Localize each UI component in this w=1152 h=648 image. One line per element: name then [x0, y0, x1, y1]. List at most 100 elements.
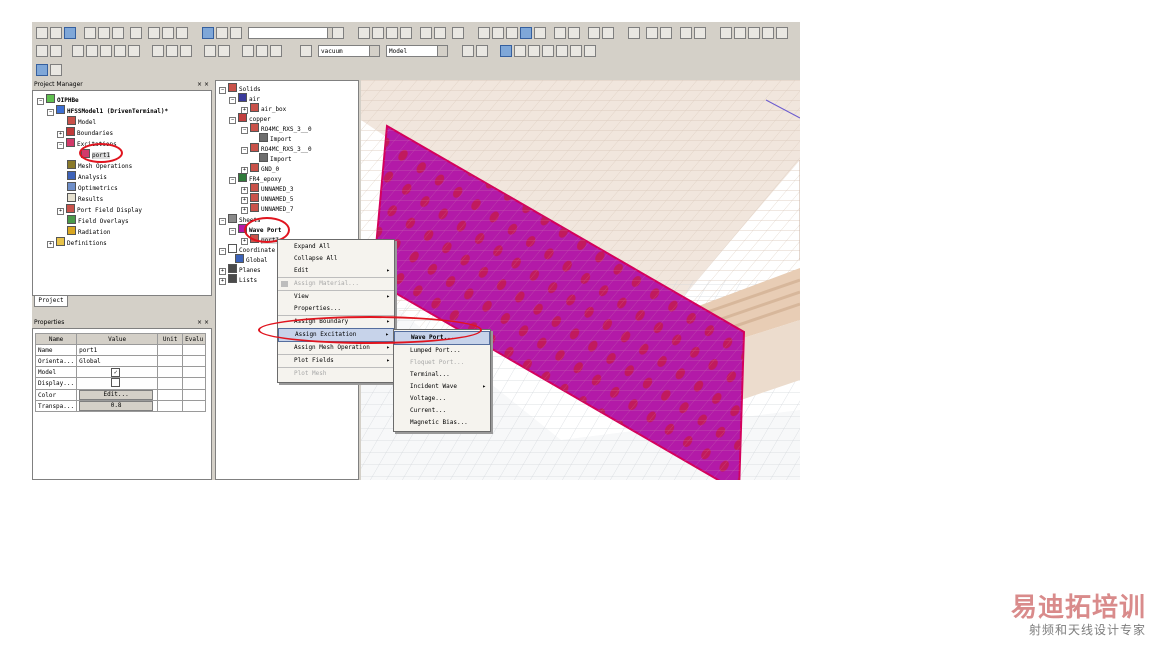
menu-view[interactable]: View ▸	[278, 290, 394, 303]
tree-item-label: Solids	[239, 86, 261, 93]
validate-icon[interactable]	[588, 27, 600, 39]
spline-icon[interactable]	[762, 27, 774, 39]
boolean-subtract-icon[interactable]	[72, 45, 84, 57]
open-file-icon[interactable]	[50, 27, 62, 39]
cut-icon[interactable]	[84, 27, 96, 39]
relative-cs-icon[interactable]	[242, 45, 254, 57]
menu-properties[interactable]: Properties...	[278, 303, 394, 315]
unlock-icon[interactable]	[476, 45, 488, 57]
select-edge-icon[interactable]	[528, 45, 540, 57]
redo-icon[interactable]	[176, 27, 188, 39]
new-file-icon[interactable]	[36, 27, 48, 39]
polyline-icon[interactable]	[776, 27, 788, 39]
draw-rect-icon[interactable]	[420, 27, 432, 39]
pan-view-icon[interactable]	[492, 27, 504, 39]
panel-close-icon[interactable]: × ×	[197, 318, 209, 328]
draw-sphere-icon[interactable]	[400, 27, 412, 39]
menu-expand-all[interactable]: Expand All	[278, 241, 394, 253]
analyze-icon[interactable]	[602, 27, 614, 39]
draw-cylinder-icon[interactable]	[386, 27, 398, 39]
arc-icon[interactable]	[748, 27, 760, 39]
view-bottom-icon[interactable]	[694, 27, 706, 39]
menu-lumped-port[interactable]: Lumped Port...	[394, 345, 490, 357]
ruler-icon[interactable]	[734, 27, 746, 39]
undo-icon[interactable]	[162, 27, 174, 39]
snap-select[interactable]	[248, 27, 338, 39]
simulate-icon[interactable]	[36, 64, 48, 76]
grid-icon[interactable]	[332, 27, 344, 39]
boolean-intersect-icon[interactable]	[86, 45, 98, 57]
view-side-icon[interactable]	[680, 27, 692, 39]
tree-item-definitions[interactable]: + Definitions	[47, 237, 107, 249]
view-front-icon[interactable]	[660, 27, 672, 39]
draw-circle-icon[interactable]	[434, 27, 446, 39]
select-face-icon[interactable]	[514, 45, 526, 57]
zoom-in-icon[interactable]	[554, 27, 566, 39]
menu-plot-mesh[interactable]: Plot Mesh	[278, 367, 394, 380]
draw-line-icon[interactable]	[358, 27, 370, 39]
panel-close-icon[interactable]: × ×	[197, 80, 209, 90]
menu-terminal[interactable]: Terminal...	[394, 369, 490, 381]
material-lib-icon[interactable]	[50, 45, 62, 57]
sweep-icon[interactable]	[114, 45, 126, 57]
menu-assign-material[interactable]: Assign Material...	[278, 277, 394, 290]
select-vertex-icon[interactable]	[542, 45, 554, 57]
prop-value[interactable]: Global	[76, 355, 159, 367]
model-select[interactable]: Model	[386, 45, 448, 57]
view-top-icon[interactable]	[646, 27, 658, 39]
fit-all-icon[interactable]	[520, 27, 532, 39]
move-icon[interactable]	[216, 27, 228, 39]
color-edit-button[interactable]: Edit...	[79, 390, 154, 400]
show-all-icon[interactable]	[584, 45, 596, 57]
select-object-icon[interactable]	[500, 45, 512, 57]
global-cs-icon[interactable]	[270, 45, 282, 57]
rotate-icon[interactable]	[230, 27, 242, 39]
menu-incident-wave[interactable]: Incident Wave ▸	[394, 381, 490, 393]
model-checkbox[interactable]: ✓	[111, 367, 121, 377]
delete-icon[interactable]	[148, 27, 160, 39]
display-checkbox[interactable]	[111, 378, 121, 387]
paste-icon[interactable]	[112, 27, 124, 39]
select-mode-icon[interactable]	[202, 27, 214, 39]
measure-icon[interactable]	[720, 27, 732, 39]
object-cs-icon[interactable]	[256, 45, 268, 57]
split-icon[interactable]	[100, 45, 112, 57]
draw-box-icon[interactable]	[372, 27, 384, 39]
boolean-unite-icon[interactable]	[452, 27, 464, 39]
rotate-view-icon[interactable]	[478, 27, 490, 39]
wizard-icon[interactable]	[36, 45, 48, 57]
menu-plot-fields[interactable]: Plot Fields ▸	[278, 354, 394, 367]
zoom-view-icon[interactable]	[506, 27, 518, 39]
menu-current[interactable]: Current...	[394, 405, 490, 417]
select-multi-icon[interactable]	[556, 45, 568, 57]
menu-collapse-all[interactable]: Collapse All	[278, 253, 394, 265]
view-iso-icon[interactable]	[628, 27, 640, 39]
menu-floquet-port[interactable]: Floquet Port...	[394, 357, 490, 369]
material-icon[interactable]	[300, 45, 312, 57]
results-icon[interactable]	[50, 64, 62, 76]
mirror-icon[interactable]	[152, 45, 164, 57]
lock-icon[interactable]	[462, 45, 474, 57]
copy-icon[interactable]	[98, 27, 110, 39]
material-select[interactable]: vacuum	[318, 45, 380, 57]
coord-system-icon[interactable]	[204, 45, 216, 57]
menu-voltage[interactable]: Voltage...	[394, 393, 490, 405]
prop-value[interactable]: port1	[76, 344, 159, 356]
transparency-button[interactable]: 0.8	[79, 401, 154, 411]
fillet-icon[interactable]	[128, 45, 140, 57]
save-icon[interactable]	[64, 27, 76, 39]
scale-icon[interactable]	[180, 45, 192, 57]
menu-edit[interactable]: Edit ▸	[278, 265, 394, 277]
menu-magnetic-bias[interactable]: Magnetic Bias...	[394, 417, 490, 429]
tree-item-lists[interactable]: + Lists	[219, 274, 257, 286]
tree-item-label: Port Field Display	[77, 207, 143, 214]
duplicate-icon[interactable]	[166, 45, 178, 57]
fit-selection-icon[interactable]	[534, 27, 546, 39]
select-by-name-icon[interactable]	[570, 45, 582, 57]
print-icon[interactable]	[130, 27, 142, 39]
menu-item-label: Edit	[294, 267, 309, 274]
project-tab[interactable]: Project	[34, 296, 68, 307]
tree-item-design[interactable]: − HFSSModel1 (DrivenTerminal)*	[47, 105, 168, 117]
zoom-out-icon[interactable]	[568, 27, 580, 39]
face-cs-icon[interactable]	[218, 45, 230, 57]
